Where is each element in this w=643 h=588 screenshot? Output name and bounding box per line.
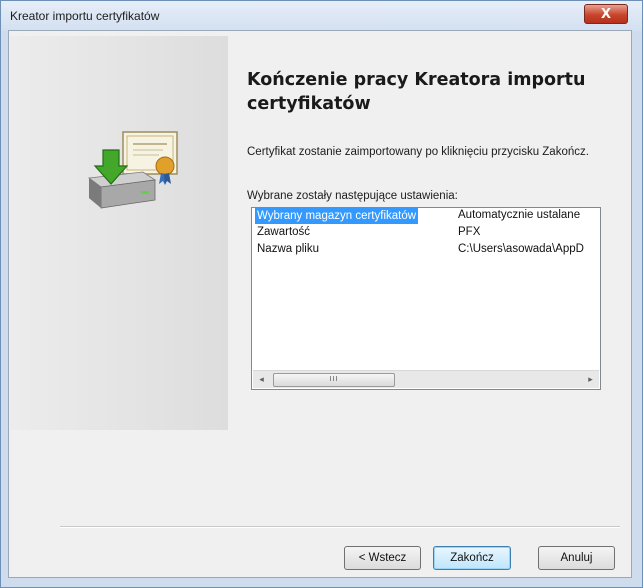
close-icon: X: [600, 7, 612, 22]
back-button[interactable]: < Wstecz: [344, 546, 421, 570]
window-title: Kreator importu certyfikatów: [10, 9, 160, 23]
settings-label: Wybrane zostały następujące ustawienia:: [247, 190, 458, 202]
certificate-import-icon: [87, 131, 178, 209]
cancel-button[interactable]: Anuluj: [538, 546, 615, 570]
settings-row-value: C:\Users\asowada\AppD: [458, 243, 584, 255]
settings-row[interactable]: Wybrany magazyn certyfikatów Automatyczn…: [252, 208, 600, 225]
finish-button[interactable]: Zakończ: [433, 546, 511, 570]
button-separator: [60, 526, 620, 528]
wizard-side-panel: [10, 36, 228, 430]
title-bar[interactable]: Kreator importu certyfikatów X: [1, 1, 642, 31]
settings-row[interactable]: Nazwa pliku C:\Users\asowada\AppD: [252, 242, 600, 259]
settings-row-value: Automatycznie ustalane: [458, 209, 581, 221]
scroll-thumb[interactable]: III: [273, 373, 395, 387]
scroll-right-arrow-icon[interactable]: ▸: [582, 371, 599, 388]
settings-row-name: Nazwa pliku: [257, 243, 319, 255]
settings-row-name: Zawartość: [257, 226, 311, 238]
wizard-heading: Kończenie pracy Kreatora importu certyfi…: [247, 70, 586, 114]
settings-row-name: Wybrany magazyn certyfikatów: [255, 208, 419, 224]
settings-listbox[interactable]: Wybrany magazyn certyfikatów Automatyczn…: [251, 207, 601, 390]
horizontal-scrollbar[interactable]: ◂ III ▸: [253, 370, 599, 388]
scroll-left-arrow-icon[interactable]: ◂: [253, 371, 270, 388]
wizard-description: Certyfikat zostanie zaimportowany po kli…: [247, 146, 589, 158]
settings-row-value: PFX: [458, 226, 481, 238]
settings-row[interactable]: Zawartość PFX: [252, 225, 600, 242]
close-button[interactable]: X: [584, 4, 628, 24]
